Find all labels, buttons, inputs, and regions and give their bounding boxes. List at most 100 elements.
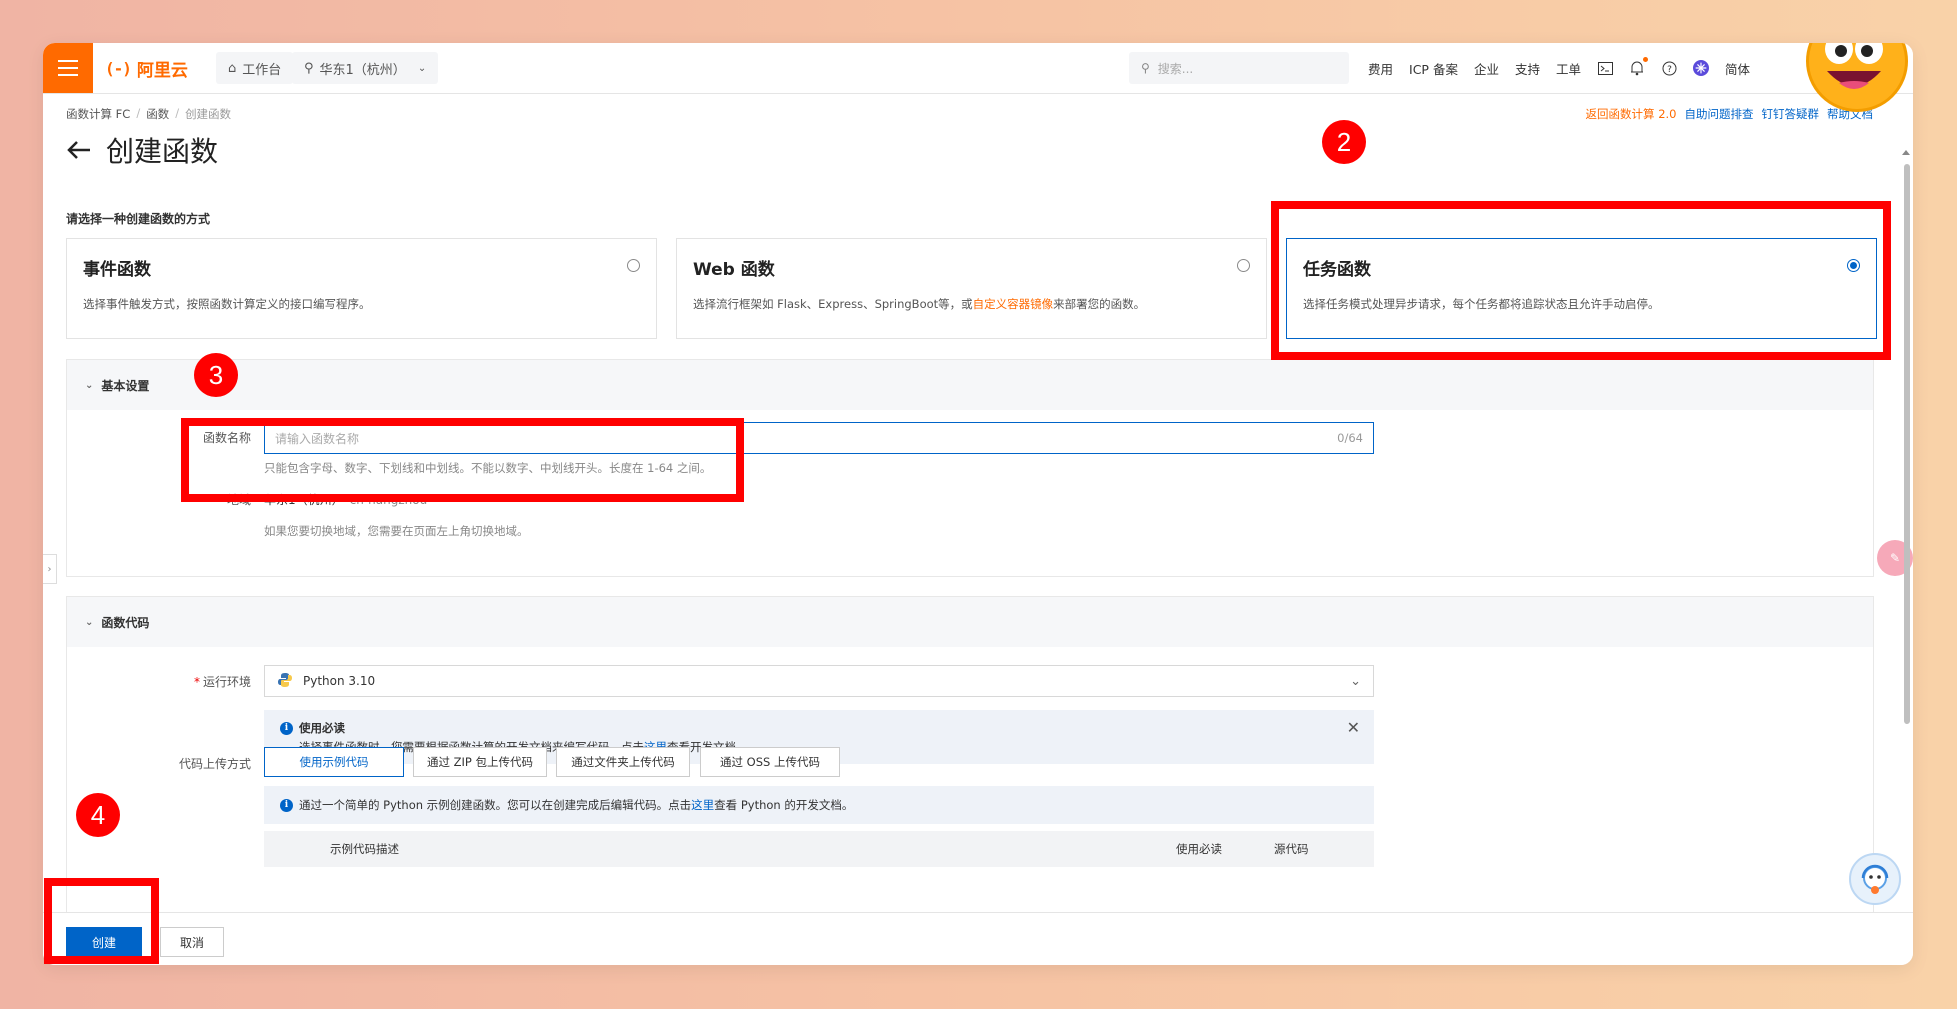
col-sample-desc: 示例代码描述 [330, 842, 399, 856]
back-to-fc2-link[interactable]: 返回函数计算 2.0 [1586, 106, 1677, 122]
upload-method-label: 代码上传方式 [178, 757, 251, 771]
notice-title: 使用必读 [299, 721, 345, 735]
nav-icp[interactable]: ICP 备案 [1409, 59, 1458, 78]
breadcrumb: 函数计算 FC / 函数 / 创建函数 [66, 106, 231, 122]
char-counter: 0/64 [1337, 431, 1363, 445]
page-title: 创建函数 [66, 130, 218, 170]
hamburger-menu-button[interactable] [43, 43, 93, 93]
svg-text:?: ? [1667, 65, 1672, 75]
section-title: 函数代码 [101, 615, 150, 630]
chevron-down-icon: ⌄ [1350, 673, 1361, 689]
annotation-badge-2: 2 [1322, 120, 1366, 164]
annotation-box-create-button [44, 878, 159, 964]
notification-dot [1643, 57, 1648, 62]
nav-ticket[interactable]: 工单 [1556, 59, 1581, 78]
breadcrumb-separator: / [175, 106, 180, 120]
card-description: 选择流行框架如 Flask、Express、SpringBoot等，或自定义容器… [693, 296, 1250, 312]
self-check-link[interactable]: 自助问题排查 [1685, 106, 1754, 122]
python-icon [277, 672, 293, 691]
scroll-up-arrow[interactable] [1902, 150, 1910, 155]
language-switch[interactable]: 简体 [1725, 59, 1750, 78]
side-expand-tab[interactable]: › [43, 554, 57, 584]
upload-folder-button[interactable]: 通过文件夹上传代码 [556, 747, 690, 777]
section-title: 基本设置 [101, 378, 150, 393]
chevron-down-icon: ⌄ [85, 379, 94, 391]
search-input[interactable]: ⚲ 搜索... [1129, 52, 1349, 84]
top-navbar: (-) 阿里云 ⌂ 工作台 ⚲ 华东1（杭州） ⌄ ⚲ 搜索... 费用 ICP… [43, 43, 1913, 94]
upload-sample-code-button[interactable]: 使用示例代码 [264, 747, 404, 777]
annotation-box-task-function [1271, 201, 1891, 360]
required-mark: * [193, 675, 200, 689]
region-help: 如果您要切换地域，您需要在页面左上角切换地域。 [264, 524, 529, 538]
aliyun-logo[interactable]: (-) 阿里云 [105, 56, 188, 81]
breadcrumb-current: 创建函数 [185, 107, 232, 121]
sample-notice-text: 查看 Python 的开发文档。 [714, 798, 854, 812]
sample-code-table-header: 示例代码描述 使用必读 源代码 [264, 831, 1374, 867]
upload-zip-button[interactable]: 通过 ZIP 包上传代码 [413, 747, 547, 777]
workbench-button[interactable]: ⌂ 工作台 [216, 52, 294, 84]
breadcrumb-separator: / [136, 106, 141, 120]
support-assistant-icon[interactable] [1849, 853, 1901, 905]
annotation-box-function-name [181, 418, 744, 502]
creation-method-prompt: 请选择一种创建函数的方式 [66, 212, 211, 226]
custom-container-link[interactable]: 自定义容器镜像 [973, 297, 1054, 311]
bell-icon[interactable] [1629, 57, 1648, 76]
breadcrumb-functions[interactable]: 函数 [146, 106, 169, 122]
nav-billing[interactable]: 费用 [1368, 59, 1393, 78]
logo-text: 阿里云 [136, 61, 188, 81]
region-selector-label: 华东1（杭州） [319, 62, 406, 78]
breadcrumb-fc[interactable]: 函数计算 FC [66, 106, 130, 122]
ai-assistant-icon[interactable] [1693, 60, 1709, 76]
sample-code-notice: i 通过一个简单的 Python 示例创建函数。您可以在创建完成后编辑代码。点击… [264, 786, 1374, 824]
runtime-label-text: 运行环境 [202, 675, 251, 689]
card-event-function[interactable]: 事件函数 选择事件触发方式，按照函数计算定义的接口编写程序。 [66, 238, 657, 339]
close-icon[interactable]: ✕ [1347, 718, 1360, 737]
chevron-down-icon: ⌄ [417, 62, 427, 74]
form-footer: 创建 取消 [43, 912, 1913, 965]
radio-event-function[interactable] [627, 259, 640, 272]
console-window: (-) 阿里云 ⌂ 工作台 ⚲ 华东1（杭州） ⌄ ⚲ 搜索... 费用 ICP… [43, 43, 1913, 965]
search-placeholder: 搜索... [1157, 61, 1194, 76]
terminal-icon[interactable] [1597, 60, 1613, 76]
col-source-code: 源代码 [1274, 842, 1309, 856]
chevron-down-icon: ⌄ [85, 616, 94, 628]
region-selector[interactable]: ⚲ 华东1（杭州） ⌄ [292, 52, 439, 84]
col-usage-notes: 使用必读 [1176, 842, 1222, 856]
search-icon: ⚲ [1141, 61, 1150, 75]
info-icon: i [280, 798, 293, 812]
top-nav-links: 费用 ICP 备案 企业 支持 工单 ? 简体 [1368, 43, 1750, 93]
sample-notice-body: 通过一个简单的 Python 示例创建函数。您可以在创建完成后编辑代码。点击这里… [299, 797, 853, 813]
card-desc-text: 选择流行框架如 Flask、Express、SpringBoot等，或 [693, 297, 973, 311]
function-code-section: ⌄ 函数代码 *运行环境 Python 3.10 ⌄ i 使用必读 选择事件函数… [66, 596, 1874, 916]
location-pin-icon: ⚲ [304, 60, 314, 76]
workbench-label: 工作台 [242, 62, 282, 78]
page-title-text: 创建函数 [106, 135, 219, 168]
card-desc-text: 来部署您的函数。 [1053, 297, 1146, 311]
card-web-function[interactable]: Web 函数 选择流行框架如 Flask、Express、SpringBoot等… [676, 238, 1267, 339]
basic-settings-header[interactable]: ⌄ 基本设置 [67, 360, 1873, 410]
nav-support[interactable]: 支持 [1515, 59, 1540, 78]
runtime-value: Python 3.10 [303, 674, 376, 688]
notice-title-row: i 使用必读 [280, 720, 1358, 736]
card-title: Web 函数 [693, 260, 775, 280]
aliyun-logo-mark: (-) [105, 59, 132, 78]
home-icon: ⌂ [228, 60, 237, 76]
runtime-label: * 运行环境 [147, 673, 251, 690]
annotation-badge-3: 3 [194, 353, 238, 397]
help-icon[interactable]: ? [1661, 60, 1677, 76]
vertical-scrollbar[interactable] [1904, 164, 1910, 724]
back-arrow-icon[interactable] [66, 134, 92, 167]
card-description: 选择事件触发方式，按照函数计算定义的接口编写程序。 [83, 297, 371, 311]
python-docs-link[interactable]: 这里 [691, 798, 714, 812]
annotation-badge-4: 4 [76, 793, 120, 837]
dingding-group-link[interactable]: 钉钉答疑群 [1762, 106, 1820, 122]
upload-oss-button[interactable]: 通过 OSS 上传代码 [700, 747, 840, 777]
card-title: 事件函数 [83, 260, 151, 280]
header-links: 返回函数计算 2.0 自助问题排查 钉钉答疑群 帮助文档 [1586, 106, 1873, 122]
cancel-button[interactable]: 取消 [160, 927, 224, 957]
info-icon: i [280, 721, 293, 735]
nav-enterprise[interactable]: 企业 [1474, 59, 1499, 78]
runtime-select[interactable]: Python 3.10 ⌄ [264, 665, 1374, 697]
function-code-header[interactable]: ⌄ 函数代码 [67, 597, 1873, 647]
radio-web-function[interactable] [1237, 259, 1250, 272]
